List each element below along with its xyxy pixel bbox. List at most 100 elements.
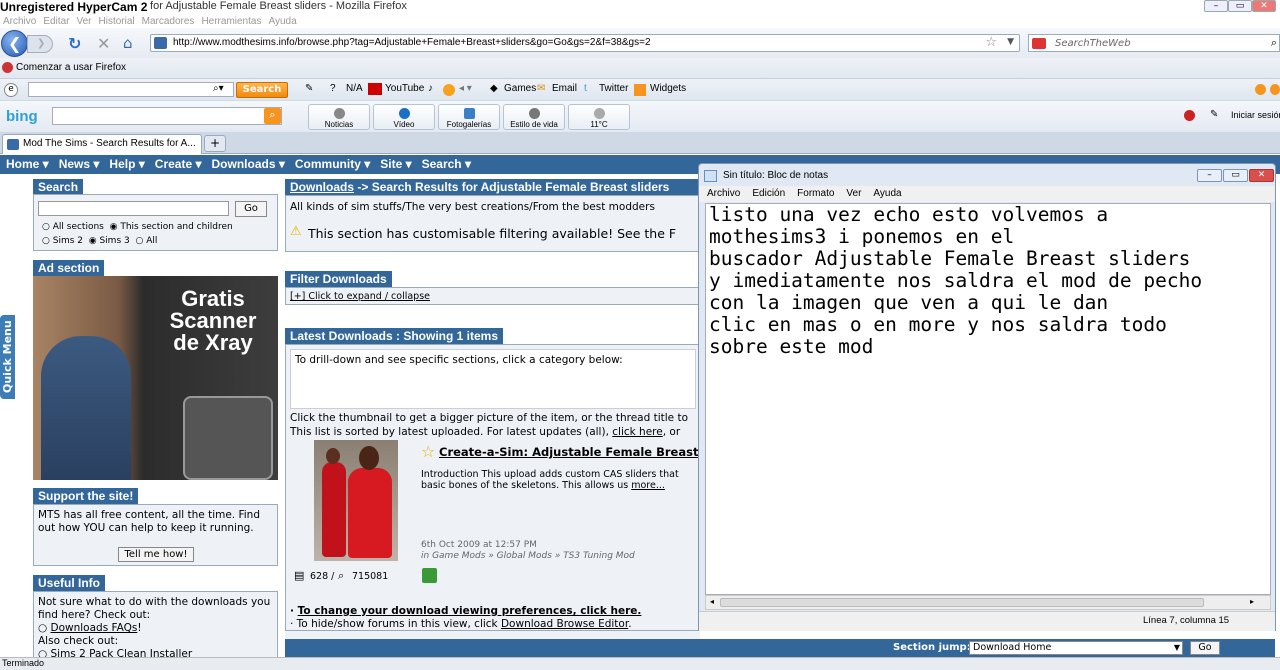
bing-news-button[interactable]: Noticias [308, 104, 370, 130]
browse-editor-link[interactable]: Download Browse Editor [501, 618, 628, 630]
scroll-right-icon[interactable]: ▸ [1250, 597, 1254, 606]
radio-all-sections[interactable]: ○ [42, 222, 50, 232]
toolbar-search-input[interactable] [28, 82, 234, 97]
bookmarks-bar: Comenzar a usar Firefox [0, 58, 1280, 78]
notepad-menu-formato[interactable]: Formato [797, 188, 834, 199]
web-search-box[interactable]: SearchTheWeb ⌕ [1028, 34, 1280, 52]
bing-weather-button[interactable]: 11°C [568, 104, 630, 130]
section-jump-select[interactable]: Download Home ▼ [969, 641, 1183, 655]
bing-search-icon[interactable]: ⌕ [264, 108, 281, 124]
toolbar-plus-icon[interactable] [1255, 84, 1266, 95]
ad-line-2: Scanner [169, 308, 257, 333]
prefs-link[interactable]: To change your download viewing preferen… [298, 605, 642, 617]
nav-news[interactable]: News ▾ [59, 157, 100, 171]
radio-all[interactable]: ○ [135, 236, 143, 246]
bing-video-button[interactable]: Vídeo [373, 104, 435, 130]
menu-archivo[interactable]: Archivo [3, 16, 36, 27]
menu-marcadores[interactable]: Marcadores [142, 16, 195, 27]
nav-community[interactable]: Community ▾ [295, 157, 370, 171]
radio-sims2-label: Sims 2 [52, 236, 83, 246]
forward-button[interactable]: ❯ [27, 35, 53, 53]
nav-downloads[interactable]: Downloads ▾ [212, 157, 285, 171]
forward-arrow-icon: ❯ [37, 38, 46, 49]
bing-photos-button[interactable]: Fotogalerías [438, 104, 500, 130]
item-title-link[interactable]: Create-a-Sim: Adjustable Female Breast s… [439, 445, 724, 459]
toolbar-search-button[interactable]: Search [236, 82, 288, 98]
item-thumbnail[interactable] [314, 440, 398, 561]
toolbar-help-icon[interactable]: ? [330, 83, 336, 94]
tell-me-how-button[interactable]: Tell me how! [118, 547, 194, 562]
notepad-menu-ayuda[interactable]: Ayuda [873, 188, 901, 199]
radio-this-section[interactable]: ◉ [110, 222, 118, 232]
radio-all-label: All [146, 236, 158, 246]
nav-create[interactable]: Create ▾ [155, 157, 202, 171]
notepad-text-area[interactable]: listo una vez echo esto volvemos a mothe… [705, 203, 1271, 595]
notepad-menu-edicion[interactable]: Edición [752, 188, 785, 199]
item-category: in Game Mods » Global Mods » TS3 Tuning … [421, 551, 635, 561]
toolbar-widgets[interactable]: Widgets [650, 83, 686, 94]
quick-menu-tab[interactable]: Quick Menu [0, 315, 15, 399]
downloads-faq-link[interactable]: Downloads FAQs [51, 622, 138, 634]
toolbar-youtube[interactable]: YouTube [385, 83, 424, 94]
expand-collapse-link[interactable]: [+] Click to expand / collapse [290, 291, 430, 302]
volume-icon[interactable]: ◂ ▾ [459, 83, 472, 94]
music-note-icon[interactable]: ♪ [428, 83, 433, 94]
wrench-icon[interactable]: ✎ [1210, 109, 1218, 120]
back-button[interactable]: ❮ [1, 30, 28, 57]
toolbar-extra-icon[interactable] [1270, 84, 1280, 95]
stop-icon[interactable]: ✕ [97, 34, 110, 53]
play-icon[interactable] [443, 84, 455, 96]
nav-search[interactable]: Search ▾ [422, 157, 471, 171]
toolbar-tools-icon[interactable]: ✎ [305, 83, 313, 94]
site-search-go-button[interactable]: Go [235, 201, 267, 217]
bing-lifestyle-button[interactable]: Estilo de vida [503, 104, 565, 130]
clean-installer-link[interactable]: Sims 2 Pack Clean Installer [51, 648, 193, 657]
site-search-input[interactable] [38, 201, 229, 216]
bookmark-star-icon[interactable]: ☆ [985, 35, 997, 50]
tab-mod-the-sims[interactable]: Mod The Sims - Search Results for A... [2, 134, 202, 154]
notepad-minimize-button[interactable]: – [1197, 169, 1222, 182]
notepad-menu-archivo[interactable]: Archivo [707, 188, 740, 199]
new-tab-button[interactable]: + [204, 135, 226, 152]
menu-ayuda[interactable]: Ayuda [268, 16, 296, 27]
scroll-left-icon[interactable]: ◂ [710, 597, 714, 606]
toolbar-email[interactable]: Email [552, 83, 577, 94]
heading-downloads-link[interactable]: Downloads [290, 180, 354, 194]
sign-in-link[interactable]: Iniciar sesión [1231, 110, 1280, 120]
menu-herramientas[interactable]: Herramientas [201, 16, 261, 27]
more-link[interactable]: more... [631, 480, 665, 491]
home-icon[interactable]: ⌂ [123, 34, 133, 52]
url-bar[interactable]: http://www.modthesims.info/browse.php?ta… [150, 34, 1020, 52]
bookmark-get-started[interactable]: Comenzar a usar Firefox [16, 62, 126, 73]
minimize-button[interactable]: – [1204, 0, 1228, 12]
toolbar-games[interactable]: Games [504, 83, 536, 94]
menu-ver[interactable]: Ver [76, 16, 91, 27]
addon-toolbar: e ⌕▾ Search ✎ ? N/A YouTube ♪ ◂ ▾ ◆ Game… [0, 78, 1280, 100]
radio-sims3[interactable]: ◉ [89, 236, 97, 246]
section-jump-go-button[interactable]: Go [1190, 641, 1220, 655]
widgets-icon [634, 84, 646, 96]
ad-banner[interactable]: Gratis Scanner de Xray [33, 276, 278, 480]
menu-editar[interactable]: Editar [43, 16, 69, 27]
notepad-close-button[interactable]: ✕ [1249, 169, 1274, 182]
notepad-menu-ver[interactable]: Ver [846, 188, 861, 199]
toolbar-na[interactable]: N/A [346, 83, 363, 94]
menu-historial[interactable]: Historial [99, 16, 135, 27]
nav-site[interactable]: Site ▾ [380, 157, 411, 171]
shield-icon[interactable] [1184, 110, 1195, 121]
radio-sims2[interactable]: ○ [42, 236, 50, 246]
url-dropdown-icon[interactable]: ▼ [1007, 37, 1014, 47]
notepad-horizontal-scrollbar[interactable]: ◂ ▸ [705, 595, 1271, 610]
reload-icon[interactable]: ↻ [68, 34, 81, 53]
close-button[interactable]: ✕ [1252, 0, 1276, 12]
maximize-button[interactable]: ▭ [1228, 0, 1252, 12]
toolbar-twitter[interactable]: Twitter [599, 83, 628, 94]
notepad-maximize-button[interactable]: ▭ [1223, 169, 1248, 182]
scroll-thumb[interactable] [720, 598, 1204, 607]
click-here-link[interactable]: click here [612, 426, 662, 438]
bing-search-input[interactable] [52, 107, 282, 125]
nav-help[interactable]: Help ▾ [109, 157, 144, 171]
nav-home[interactable]: Home ▾ [6, 157, 49, 171]
filter-downloads-title: Filter Downloads [285, 271, 392, 287]
search-icon[interactable]: ⌕ [1271, 36, 1277, 50]
